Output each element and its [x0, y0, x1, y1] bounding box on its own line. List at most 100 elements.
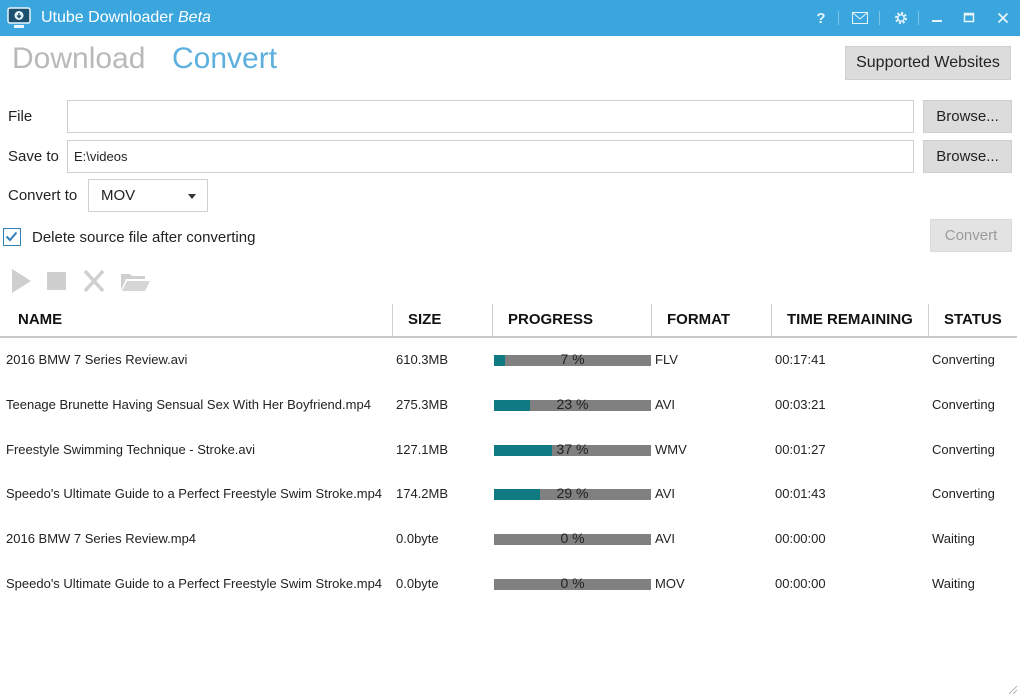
row-time-remaining: 00:00:00	[775, 531, 826, 546]
row-format: WMV	[655, 442, 687, 457]
row-time-remaining: 00:01:27	[775, 442, 826, 457]
settings-button[interactable]	[886, 0, 916, 36]
table-header: NAME SIZE PROGRESS FORMAT TIME REMAINING…	[0, 302, 1017, 338]
table-row[interactable]: Speedo's Ultimate Guide to a Perfect Fre…	[0, 472, 1017, 516]
chevron-down-icon	[188, 194, 196, 199]
titlebar-divider	[918, 11, 919, 25]
delete-source-checkbox[interactable]	[3, 228, 21, 246]
row-format: AVI	[655, 486, 675, 501]
close-button[interactable]	[988, 0, 1018, 36]
file-input[interactable]	[67, 100, 914, 133]
table-row[interactable]: Freestyle Swimming Technique - Stroke.av…	[0, 428, 1017, 472]
tab-convert[interactable]: Convert	[172, 42, 277, 76]
row-size: 0.0byte	[396, 531, 439, 546]
row-size: 0.0byte	[396, 576, 439, 591]
row-size: 127.1MB	[396, 442, 449, 457]
column-header-size[interactable]: SIZE	[408, 311, 441, 328]
row-name: Freestyle Swimming Technique - Stroke.av…	[6, 442, 256, 457]
progress-text: 0 %	[560, 530, 585, 546]
app-beta-label: Beta	[178, 9, 211, 26]
titlebar-divider	[879, 11, 880, 25]
row-time-remaining: 00:17:41	[775, 352, 826, 367]
minimize-icon	[932, 20, 942, 22]
gear-icon	[895, 12, 907, 24]
convert-button[interactable]: Convert	[930, 219, 1012, 252]
checkmark-icon	[5, 231, 18, 242]
row-name: Speedo's Ultimate Guide to a Perfect Fre…	[6, 486, 383, 501]
progress-bar: 0 %	[494, 575, 651, 591]
row-status: Converting	[932, 352, 995, 367]
column-divider[interactable]	[392, 304, 393, 336]
column-divider[interactable]	[928, 304, 929, 336]
row-name: 2016 BMW 7 Series Review.avi	[6, 352, 188, 367]
row-format: AVI	[655, 531, 675, 546]
convert-to-label: Convert to	[8, 187, 78, 204]
save-to-input[interactable]: E:\videos	[67, 140, 914, 173]
mail-icon	[852, 12, 868, 24]
progress-text: 37 %	[556, 441, 589, 457]
row-time-remaining: 00:01:43	[775, 486, 826, 501]
save-to-label: Save to	[8, 148, 59, 165]
row-format: MOV	[655, 576, 685, 591]
supported-websites-button[interactable]: Supported Websites	[845, 46, 1011, 80]
progress-text: 0 %	[560, 575, 585, 591]
row-status: Converting	[932, 486, 995, 501]
column-header-format[interactable]: FORMAT	[667, 311, 730, 328]
row-size: 610.3MB	[396, 352, 449, 367]
tab-download[interactable]: Download	[12, 42, 145, 76]
convert-format-select[interactable]: MOV	[88, 179, 208, 212]
row-status: Waiting	[932, 576, 975, 591]
column-header-progress[interactable]: PROGRESS	[508, 311, 593, 328]
progress-bar: 23 %	[494, 396, 651, 412]
feedback-button[interactable]	[845, 0, 875, 36]
progress-text: 7 %	[560, 351, 585, 367]
progress-bar: 0 %	[494, 530, 651, 546]
row-format: FLV	[655, 352, 678, 367]
play-icon[interactable]	[10, 266, 34, 296]
convert-format-value: MOV	[101, 187, 136, 204]
row-size: 174.2MB	[396, 486, 449, 501]
minimize-button[interactable]	[922, 0, 952, 36]
progress-text: 29 %	[556, 485, 589, 501]
resize-grip-icon[interactable]	[1006, 683, 1018, 695]
row-size: 275.3MB	[396, 397, 449, 412]
progress-text: 23 %	[556, 396, 589, 412]
file-label: File	[8, 108, 33, 125]
column-header-name[interactable]: NAME	[18, 311, 62, 328]
row-name: Teenage Brunette Having Sensual Sex With…	[6, 397, 371, 412]
close-icon	[997, 12, 1009, 24]
column-divider[interactable]	[492, 304, 493, 336]
app-title: Utube Downloader	[41, 9, 174, 26]
stop-icon[interactable]	[46, 266, 68, 296]
row-time-remaining: 00:00:00	[775, 576, 826, 591]
open-folder-icon[interactable]	[119, 266, 151, 296]
progress-bar: 7 %	[494, 351, 651, 367]
row-status: Waiting	[932, 531, 975, 546]
maximize-icon	[963, 12, 975, 23]
delete-source-label: Delete source file after converting	[32, 229, 256, 246]
table-row[interactable]: Speedo's Ultimate Guide to a Perfect Fre…	[0, 562, 1017, 606]
app-logo-icon	[7, 7, 31, 28]
table-row[interactable]: 2016 BMW 7 Series Review.mp4 0.0byte 0 % AV…	[0, 517, 1017, 561]
column-divider[interactable]	[771, 304, 772, 336]
maximize-button[interactable]	[954, 0, 984, 36]
column-header-time-remaining[interactable]: TIME REMAINING	[787, 311, 913, 328]
progress-bar: 29 %	[494, 485, 651, 501]
delete-icon[interactable]	[82, 266, 106, 296]
table-row[interactable]: Teenage Brunette Having Sensual Sex With…	[0, 383, 1017, 427]
help-icon: ?	[816, 9, 826, 27]
row-status: Converting	[932, 397, 995, 412]
column-header-status[interactable]: STATUS	[944, 311, 1002, 328]
row-status: Converting	[932, 442, 995, 457]
progress-bar: 37 %	[494, 441, 651, 457]
help-button[interactable]: ?	[806, 0, 836, 36]
row-name: Speedo's Ultimate Guide to a Perfect Fre…	[6, 576, 383, 591]
table-row[interactable]: 2016 BMW 7 Series Review.avi 610.3MB 7 % FL…	[0, 338, 1017, 382]
browse-file-button[interactable]: Browse...	[923, 100, 1012, 133]
titlebar-divider	[838, 11, 839, 25]
row-name: 2016 BMW 7 Series Review.mp4	[6, 531, 197, 546]
column-divider[interactable]	[651, 304, 652, 336]
row-time-remaining: 00:03:21	[775, 397, 826, 412]
title-bar: Utube Downloader Beta ?	[0, 0, 1020, 36]
browse-save-button[interactable]: Browse...	[923, 140, 1012, 173]
